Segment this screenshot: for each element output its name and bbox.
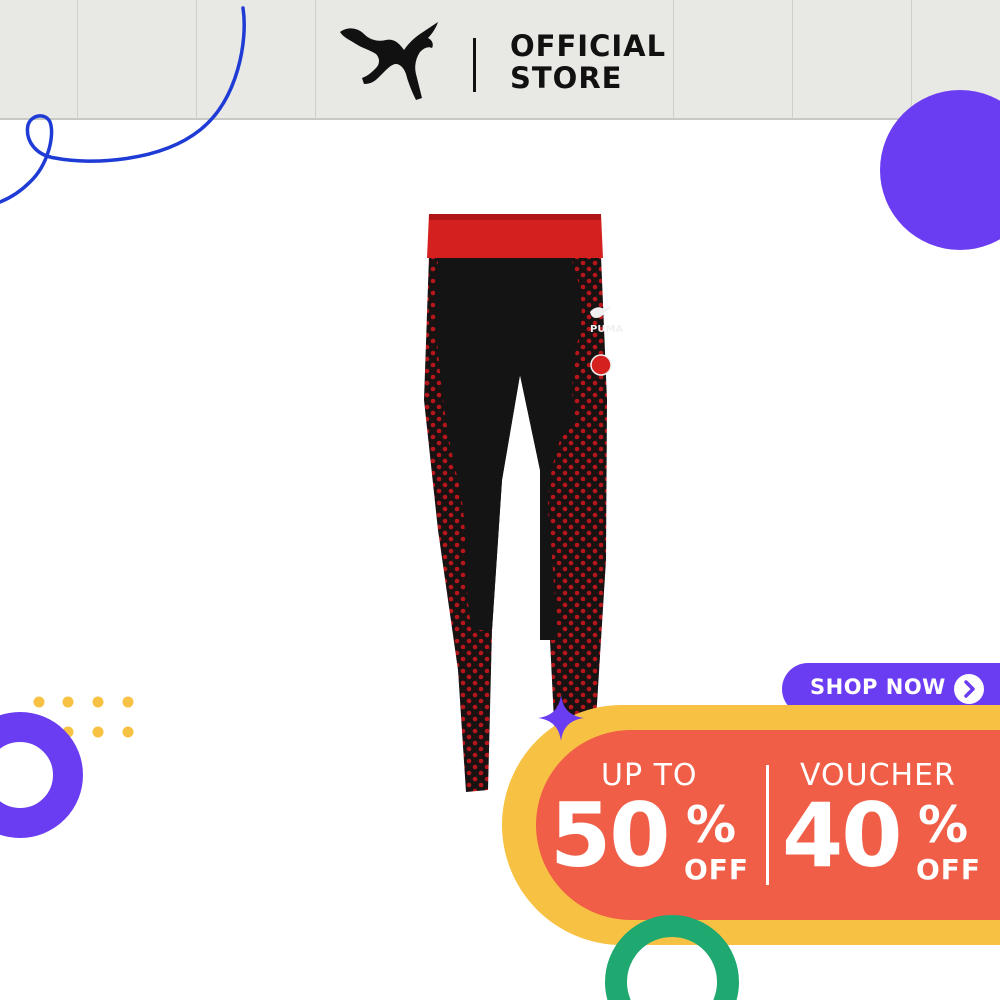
sparkle-icon <box>538 695 584 741</box>
header-gridline <box>673 0 674 118</box>
header-gridline <box>792 0 793 118</box>
header-gridline <box>315 0 316 118</box>
chevron-right-icon <box>954 674 984 704</box>
puma-leaping-cat-icon <box>340 22 438 100</box>
discount-value: 50 <box>550 784 670 887</box>
dots-and-ring-decoration <box>0 696 134 838</box>
official-store-label: OFFICIAL STORE <box>510 30 666 94</box>
voucher-percent: % <box>918 796 969 854</box>
voucher-value: 40 <box>782 784 902 887</box>
blue-squiggle-decoration <box>0 6 246 204</box>
promo-banner: OFFICIAL STORE PUMA SHOP NOW UP TO 50 % … <box>0 0 1000 1000</box>
shop-now-label: SHOP NOW <box>810 675 946 699</box>
brand-divider <box>473 38 476 92</box>
voucher-off: OFF <box>916 853 982 886</box>
store-line-2: STORE <box>510 61 623 95</box>
store-line-1: OFFICIAL <box>510 29 667 63</box>
discount-percent: % <box>686 796 737 854</box>
discount-off: OFF <box>684 853 750 886</box>
header-gridline <box>911 0 912 118</box>
waistband-logo-text: PUMA <box>590 324 623 335</box>
promo-separator <box>766 765 769 885</box>
